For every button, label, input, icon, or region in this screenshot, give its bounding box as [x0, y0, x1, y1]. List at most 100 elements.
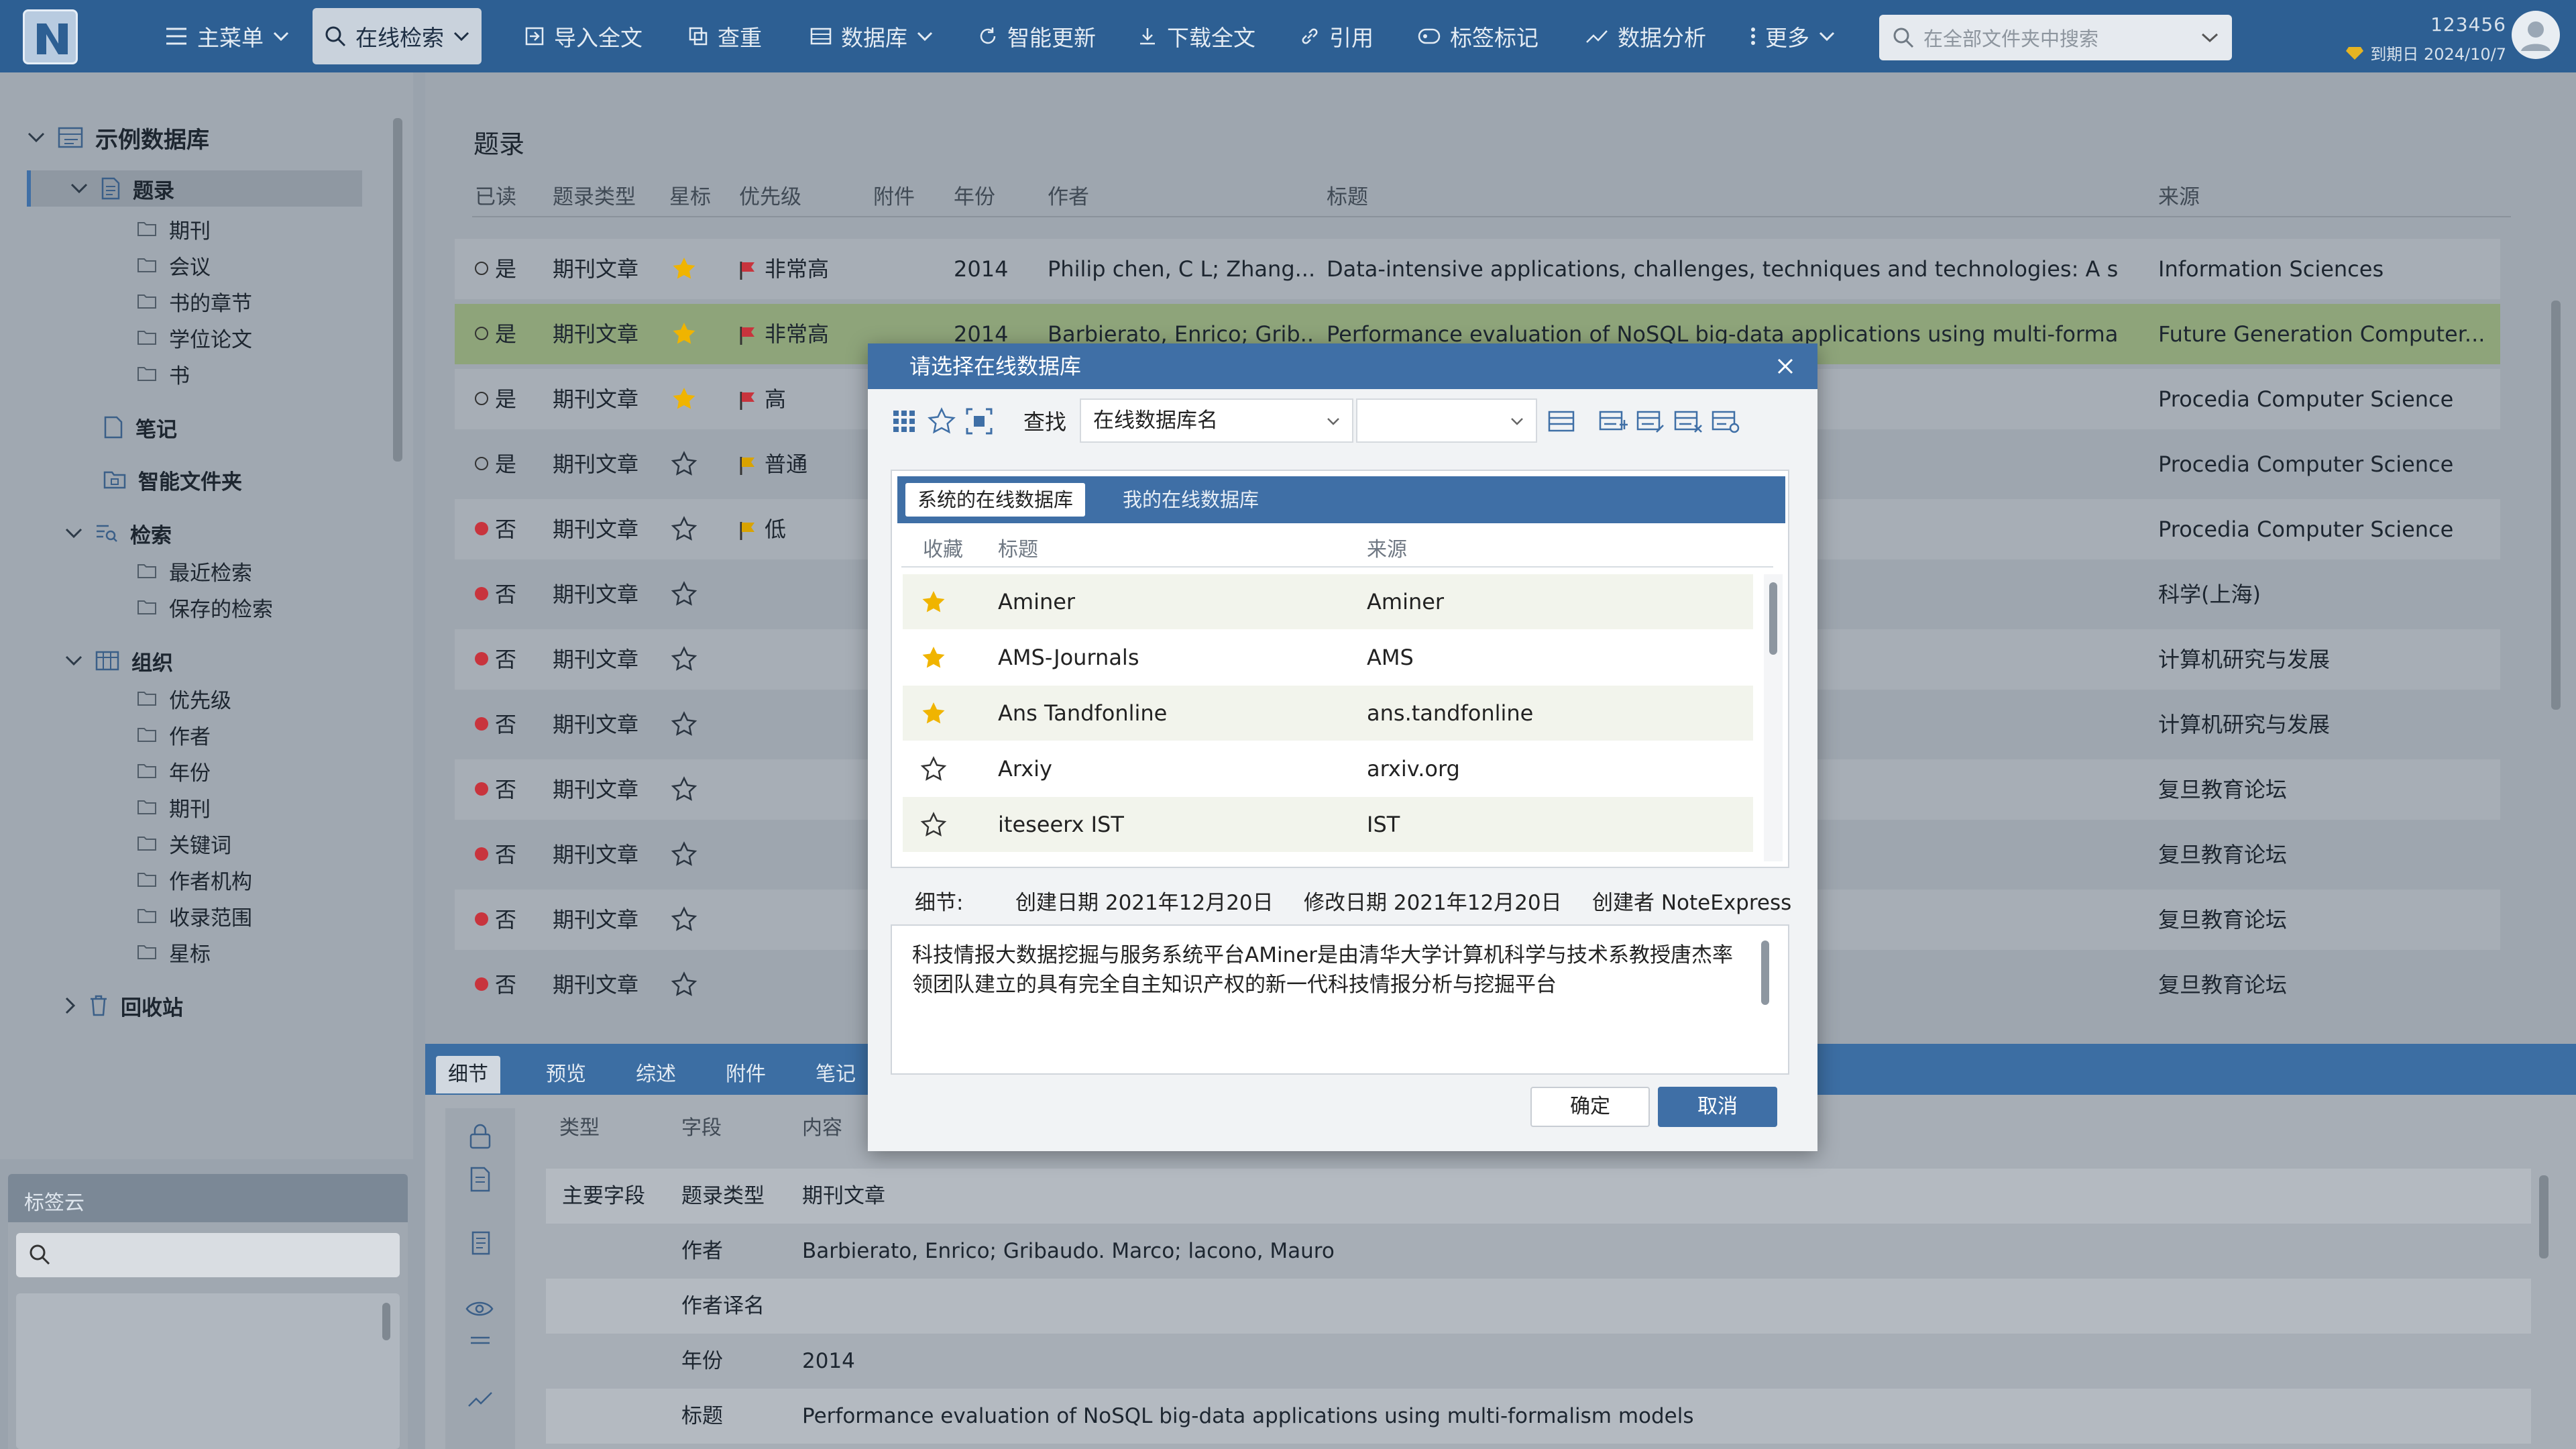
- star-outline-icon[interactable]: [920, 812, 947, 839]
- tree-item-year[interactable]: 年份: [137, 753, 211, 789]
- close-icon[interactable]: [1772, 353, 1799, 380]
- star-outline-icon[interactable]: [671, 711, 697, 738]
- confirm-button[interactable]: 确定: [1530, 1087, 1650, 1127]
- unread-indicator-icon[interactable]: [475, 847, 488, 861]
- tree-item-keyword[interactable]: 关键词: [137, 825, 231, 861]
- select-frame-icon[interactable]: [964, 407, 994, 436]
- pages-icon[interactable]: [467, 1230, 494, 1257]
- column-header-year[interactable]: 年份: [954, 180, 995, 210]
- tree-item-trash[interactable]: 回收站: [64, 987, 183, 1024]
- scroll-thumb[interactable]: [1769, 582, 1777, 655]
- chevron-down-icon[interactable]: [27, 131, 46, 144]
- tab-preview[interactable]: 预览: [534, 1056, 598, 1093]
- avatar[interactable]: [2512, 11, 2560, 59]
- detail-row[interactable]: 作者 Barbierato, Enrico; Gribaudo. Marco; …: [546, 1224, 2531, 1279]
- tree-item-journal[interactable]: 期刊: [137, 211, 211, 247]
- sidebar-scrollbar[interactable]: [393, 118, 402, 462]
- database-row[interactable]: Aminer Aminer: [903, 574, 1753, 629]
- star-outline-icon[interactable]: [671, 841, 697, 868]
- smart-update-button[interactable]: 智能更新: [978, 16, 1096, 56]
- detail-field-value[interactable]: 期刊文章: [802, 1169, 885, 1224]
- read-indicator-icon[interactable]: [475, 392, 488, 405]
- tree-item-affiliation[interactable]: 作者机构: [137, 861, 252, 898]
- star-outline-icon[interactable]: [920, 756, 947, 783]
- eye-icon[interactable]: [465, 1299, 494, 1319]
- tag-mark-button[interactable]: 标签标记: [1418, 16, 1538, 56]
- detail-field-value[interactable]: Performance evaluation of NoSQL big-data…: [802, 1389, 1694, 1444]
- star-outline-icon[interactable]: [671, 906, 697, 933]
- tag-search-input[interactable]: [16, 1233, 400, 1277]
- unread-indicator-icon[interactable]: [475, 977, 488, 991]
- tag-scrollbar[interactable]: [382, 1303, 390, 1340]
- column-header-db-title[interactable]: 标题: [998, 533, 1038, 562]
- find-value-combo[interactable]: [1356, 398, 1537, 443]
- detail-row[interactable]: 标题 Performance evaluation of NoSQL big-d…: [546, 1389, 2531, 1444]
- database-row[interactable]: AMS-Journals AMS: [903, 630, 1753, 685]
- read-indicator-icon[interactable]: [475, 457, 488, 470]
- tree-item-recent-search[interactable]: 最近检索: [137, 553, 252, 589]
- unread-indicator-icon[interactable]: [475, 717, 488, 731]
- database-row[interactable]: Ans Tandfonline ans.tandfonline: [903, 686, 1753, 741]
- tree-item-records[interactable]: 题录: [27, 170, 362, 207]
- download-fulltext-button[interactable]: 下载全文: [1137, 16, 1255, 56]
- star-outline-icon[interactable]: [671, 646, 697, 673]
- online-search-button[interactable]: 在线检索: [313, 8, 482, 64]
- folder-search-input[interactable]: 在全部文件夹中搜索: [1879, 15, 2232, 60]
- document-icon[interactable]: [467, 1166, 494, 1193]
- star-filled-icon[interactable]: [671, 256, 697, 282]
- star-outline-icon[interactable]: [671, 581, 697, 608]
- cite-button[interactable]: 引用: [1300, 16, 1374, 56]
- tree-item-conference[interactable]: 会议: [137, 247, 211, 283]
- column-header-db-source[interactable]: 来源: [1367, 533, 1407, 562]
- tree-item-saved-search[interactable]: 保存的检索: [137, 589, 273, 625]
- chevron-down-icon[interactable]: [2201, 32, 2219, 43]
- table-row[interactable]: 是 期刊文章 非常高 2014 Philip chen, C L; Zhang... Da…: [455, 239, 2500, 299]
- column-header-favorite[interactable]: 收藏: [923, 533, 963, 562]
- detail-field-value[interactable]: 2014: [802, 1334, 855, 1389]
- edit-row-icon[interactable]: [1636, 407, 1666, 436]
- tree-root[interactable]: 示例数据库: [27, 119, 209, 156]
- unread-indicator-icon[interactable]: [475, 912, 488, 926]
- detail-field-value[interactable]: Barbierato, Enrico; Gribaudo. Marco; lac…: [802, 1224, 1335, 1279]
- detail-row[interactable]: 主要字段 题录类型 期刊文章: [546, 1169, 2531, 1224]
- tab-system-databases[interactable]: 系统的在线数据库: [905, 483, 1086, 517]
- database-row[interactable]: iteseerx IST IST: [903, 797, 1753, 852]
- chevron-down-icon[interactable]: [64, 527, 83, 539]
- main-menu-button[interactable]: 主菜单: [165, 16, 289, 56]
- data-analysis-button[interactable]: 数据分析: [1585, 16, 1706, 56]
- tree-item-smart-folder[interactable]: 智能文件夹: [103, 462, 242, 498]
- tree-item-thesis[interactable]: 学位论文: [137, 319, 252, 356]
- read-indicator-icon[interactable]: [475, 262, 488, 275]
- tree-item-book[interactable]: 书: [137, 356, 190, 392]
- star-outline-icon[interactable]: [671, 971, 697, 998]
- cancel-button[interactable]: 取消: [1658, 1087, 1777, 1127]
- tree-item-star[interactable]: 星标: [137, 934, 211, 970]
- star-outline-icon[interactable]: [927, 407, 956, 436]
- import-fulltext-button[interactable]: 导入全文: [524, 16, 642, 56]
- unread-indicator-icon[interactable]: [475, 522, 488, 535]
- read-indicator-icon[interactable]: [475, 327, 488, 340]
- tab-summary[interactable]: 综述: [624, 1056, 688, 1093]
- detail-scrollbar[interactable]: [2539, 1175, 2549, 1258]
- lock-icon[interactable]: [467, 1123, 494, 1150]
- tab-notes[interactable]: 笔记: [803, 1056, 868, 1093]
- tree-item-search[interactable]: 检索: [64, 515, 172, 551]
- star-filled-icon[interactable]: [671, 321, 697, 347]
- column-header-read[interactable]: 已读: [475, 180, 516, 210]
- database-menu-button[interactable]: 数据库: [810, 16, 933, 56]
- database-list-scrollbar[interactable]: [1764, 574, 1783, 861]
- star-filled-icon[interactable]: [920, 700, 947, 727]
- add-row-icon[interactable]: [1599, 407, 1628, 436]
- star-filled-icon[interactable]: [920, 645, 947, 672]
- more-menu-button[interactable]: 更多: [1750, 16, 1835, 56]
- column-header-type[interactable]: 题录类型: [553, 180, 636, 210]
- trend-chart-icon[interactable]: [467, 1390, 494, 1410]
- unread-indicator-icon[interactable]: [475, 782, 488, 796]
- tree-item-priority[interactable]: 优先级: [137, 680, 231, 716]
- star-outline-icon[interactable]: [671, 451, 697, 478]
- tree-item-coverage[interactable]: 收录范围: [137, 898, 252, 934]
- list-scrollbar[interactable]: [2551, 301, 2561, 710]
- tree-item-periodical[interactable]: 期刊: [137, 789, 211, 825]
- list-view-icon[interactable]: [1547, 407, 1576, 436]
- dedupe-button[interactable]: 查重: [688, 16, 762, 56]
